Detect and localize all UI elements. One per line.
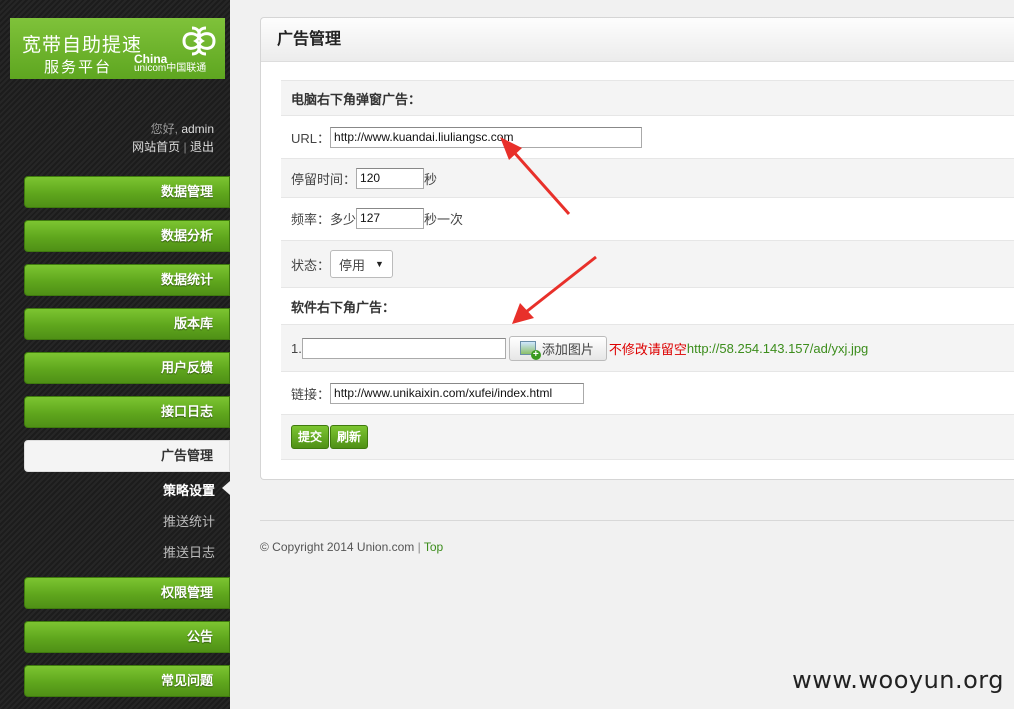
status-select-value: 停用 (339, 257, 366, 273)
logo-subtitle: 服务平台 (44, 58, 113, 76)
copyright-text: © Copyright 2014 Union.com (260, 540, 415, 554)
image-path-input[interactable] (301, 337, 506, 359)
nav-data-statistics[interactable]: 数据统计 (24, 264, 230, 296)
status-select[interactable]: 停用 ▼ (330, 250, 393, 278)
sub-item-strategy-settings[interactable]: 策略设置 (24, 480, 215, 499)
status-row: 状态： 停用 ▼ (281, 240, 1014, 288)
frequency-label: 频率：多少 (291, 211, 357, 227)
nav-user-feedback[interactable]: 用户反馈 (24, 352, 230, 384)
status-label: 状态： (291, 257, 331, 273)
frequency-row: 频率：多少 秒一次 (281, 202, 1014, 234)
greeting-separator: | (183, 140, 187, 154)
add-image-button[interactable]: 添加图片 (508, 335, 607, 361)
section-software-ad-title: 软件右下角广告： (291, 299, 396, 315)
sidebar: 宽带自助提速 服务平台 China unicom中国联通 您好, admin 网… (0, 0, 230, 709)
brand-unicom: unicom中国联通 (134, 63, 207, 74)
link-label: 链接： (291, 386, 331, 402)
image-upload-row: 1. 添加图片 不修改请留空 http://58.254.143.157/ad/… (281, 324, 1014, 372)
section-software-ad: 软件右下角广告： (281, 290, 1014, 322)
sub-item-push-log[interactable]: 推送日志 (24, 542, 215, 561)
link-input[interactable] (330, 382, 585, 404)
nav-data-analysis[interactable]: 数据分析 (24, 220, 230, 252)
sub-item-push-statistics[interactable]: 推送统计 (24, 511, 215, 530)
item-number-label: 1. (291, 340, 302, 356)
stay-time-row: 停留时间： 秒 (281, 158, 1014, 198)
footer-separator: | (417, 540, 421, 554)
user-greeting: 您好, admin 网站首页 | 退出 (132, 120, 214, 156)
footer-divider (260, 520, 1014, 521)
nav-data-management[interactable]: 数据管理 (24, 176, 230, 208)
action-row: 提交 刷新 (281, 414, 1014, 460)
url-input[interactable] (330, 126, 643, 148)
stay-time-unit: 秒 (424, 171, 438, 187)
home-link[interactable]: 网站首页 (132, 140, 180, 154)
panel-title: 广告管理 (261, 18, 1014, 62)
nav-permission-management[interactable]: 权限管理 (24, 577, 230, 609)
section-desktop-popup-ad-title: 电脑右下角弹窗广告： (291, 91, 422, 107)
current-indicator-caret (222, 481, 230, 495)
frequency-unit: 秒一次 (424, 211, 464, 227)
section-desktop-popup-ad: 电脑右下角弹窗广告： (281, 80, 1014, 116)
top-link[interactable]: Top (424, 540, 443, 554)
brand-text: China unicom中国联通 (134, 53, 207, 74)
username: admin (181, 122, 214, 136)
refresh-button[interactable]: 刷新 (330, 425, 369, 449)
leave-empty-note: 不修改请留空 (608, 341, 687, 357)
url-row: URL： (281, 122, 1014, 152)
submit-button[interactable]: 提交 (291, 425, 330, 449)
dropdown-arrow-icon: ▼ (375, 259, 384, 269)
nav-api-log[interactable]: 接口日志 (24, 396, 230, 428)
nav-faq[interactable]: 常见问题 (24, 665, 230, 697)
logo-title: 宽带自助提速 (22, 34, 143, 56)
nav-announcement[interactable]: 公告 (24, 621, 230, 653)
logout-link[interactable]: 退出 (190, 140, 214, 154)
url-label: URL： (291, 130, 331, 146)
current-image-url: http://58.254.143.157/ad/yxj.jpg (686, 340, 869, 356)
link-row: 链接： (281, 376, 1014, 410)
ad-management-panel: 广告管理 电脑右下角弹窗广告： URL： 停留时间： 秒 频率：多少 秒一次 状… (260, 17, 1014, 480)
stay-time-input[interactable] (356, 167, 425, 189)
stay-time-label: 停留时间： (291, 171, 357, 187)
add-image-icon (519, 341, 541, 360)
footer: © Copyright 2014 Union.com | Top (260, 540, 443, 554)
greeting-prefix: 您好, (150, 122, 178, 136)
nav-ad-management[interactable]: 广告管理 (24, 440, 230, 472)
add-image-button-label: 添加图片 (541, 341, 594, 357)
logo: 宽带自助提速 服务平台 China unicom中国联通 (10, 18, 225, 79)
china-unicom-knot-icon (182, 26, 216, 56)
nav-version-library[interactable]: 版本库 (24, 308, 230, 340)
frequency-input[interactable] (356, 207, 425, 229)
watermark: www.wooyun.org (792, 666, 1004, 694)
